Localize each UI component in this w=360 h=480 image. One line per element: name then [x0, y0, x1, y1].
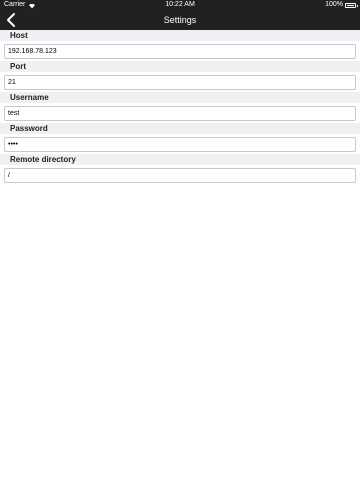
host-input[interactable] — [4, 44, 356, 59]
top-bar: Carrier 10:22 AM 100% Settings — [0, 0, 360, 30]
username-label: Username — [10, 93, 49, 102]
remote-directory-input[interactable] — [4, 168, 356, 183]
host-row — [0, 41, 360, 61]
username-section-header: Username — [0, 92, 360, 103]
password-label: Password — [10, 124, 48, 133]
navigation-bar: Settings — [0, 10, 360, 30]
host-section-header: Host — [0, 30, 360, 41]
username-input[interactable] — [4, 106, 356, 121]
battery-percentage: 100% — [325, 1, 343, 8]
remote-directory-row — [0, 165, 360, 185]
username-row — [0, 103, 360, 123]
remote-directory-section-header: Remote directory — [0, 154, 360, 165]
battery-indicator: 100% — [325, 0, 358, 10]
password-input[interactable] — [4, 137, 356, 152]
page-title: Settings — [163, 15, 197, 25]
clock: 10:22 AM — [165, 1, 195, 8]
host-label: Host — [10, 31, 28, 40]
password-section-header: Password — [0, 123, 360, 134]
remote-directory-label: Remote directory — [10, 155, 76, 164]
status-bar: Carrier 10:22 AM 100% — [0, 0, 360, 10]
password-row — [0, 134, 360, 154]
port-label: Port — [10, 62, 26, 71]
battery-icon — [345, 2, 358, 8]
port-input[interactable] — [4, 75, 356, 90]
port-section-header: Port — [0, 61, 360, 72]
port-row — [0, 72, 360, 92]
settings-form: Host Port Username Password Remote direc… — [0, 30, 360, 185]
